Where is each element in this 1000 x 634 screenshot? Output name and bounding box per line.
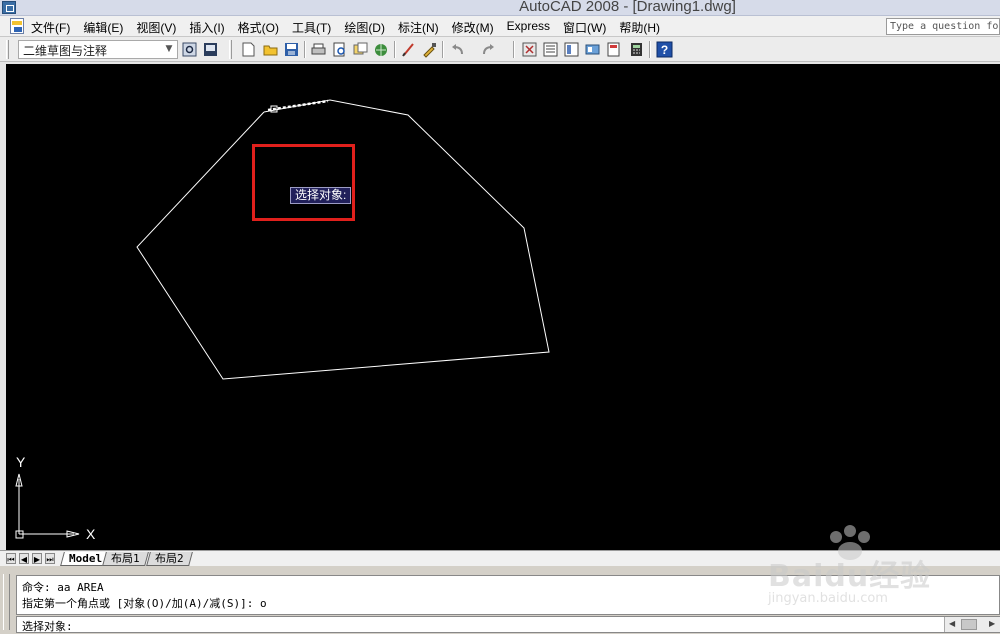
undo-icon[interactable] bbox=[449, 41, 466, 58]
tab-layout1[interactable]: 布局1 bbox=[102, 552, 149, 566]
command-prompt: 选择对象: bbox=[22, 620, 73, 633]
toolbar-grip[interactable] bbox=[6, 40, 9, 59]
command-window: 命令: aa AREA 指定第一个角点或 [对象(O)/加(A)/减(S)]: … bbox=[0, 566, 1000, 634]
ucs-x-label: X bbox=[86, 526, 96, 542]
annotation-highlight-box bbox=[252, 144, 355, 221]
title-bar: AutoCAD 2008 - [Drawing1.dwg] bbox=[0, 0, 1000, 16]
cut-icon[interactable] bbox=[400, 41, 417, 58]
menu-draw[interactable]: 绘图(D) bbox=[344, 19, 391, 36]
help-icon[interactable]: ? bbox=[656, 41, 673, 58]
match-properties-icon[interactable] bbox=[421, 41, 438, 58]
menu-tools[interactable]: 工具(T) bbox=[292, 19, 337, 36]
command-history-line: 指定第一个角点或 [对象(O)/加(A)/减(S)]: o bbox=[22, 597, 267, 610]
menu-window[interactable]: 窗口(W) bbox=[563, 19, 612, 36]
menu-view[interactable]: 视图(V) bbox=[136, 19, 182, 36]
svg-text:?: ? bbox=[661, 43, 668, 57]
drawing-area: Y X 选择对象: bbox=[0, 62, 1000, 550]
first-tab-icon[interactable]: ⏮ bbox=[6, 553, 16, 564]
toolbar-separator bbox=[513, 41, 515, 58]
quickcalc-icon[interactable] bbox=[628, 41, 645, 58]
next-tab-icon[interactable]: ▶ bbox=[32, 553, 42, 564]
pan-icon[interactable] bbox=[521, 41, 538, 58]
chevron-down-icon[interactable]: ▼ bbox=[162, 42, 176, 57]
command-window-grip[interactable] bbox=[3, 574, 10, 630]
last-tab-icon[interactable]: ⏭ bbox=[45, 553, 55, 564]
toolbar-separator bbox=[649, 41, 651, 58]
menu-express[interactable]: Express bbox=[507, 19, 556, 36]
menu-modify[interactable]: 修改(M) bbox=[452, 19, 500, 36]
open-icon[interactable] bbox=[262, 41, 279, 58]
menu-help[interactable]: 帮助(H) bbox=[619, 19, 666, 36]
3d-dwf-icon[interactable] bbox=[373, 41, 390, 58]
menu-edit[interactable]: 编辑(E) bbox=[83, 19, 129, 36]
redo-icon[interactable] bbox=[480, 41, 497, 58]
workspace-select[interactable]: 二维草图与注释 ▼ bbox=[18, 40, 178, 59]
command-history: 命令: aa AREA 指定第一个角点或 [对象(O)/加(A)/减(S)]: … bbox=[16, 575, 1000, 615]
document-menu-icon[interactable] bbox=[10, 18, 24, 34]
drawing-geometry bbox=[15, 99, 550, 539]
scroll-right-icon[interactable]: ▶ bbox=[989, 619, 995, 628]
save-icon[interactable] bbox=[283, 41, 300, 58]
toolbar-grip[interactable] bbox=[229, 40, 232, 59]
command-input[interactable]: 选择对象: bbox=[16, 616, 1000, 633]
tool-palettes-icon[interactable] bbox=[584, 41, 601, 58]
toolbar-separator bbox=[304, 41, 306, 58]
scrollbar-thumb[interactable] bbox=[961, 619, 977, 630]
workspace-settings-icon[interactable] bbox=[181, 41, 198, 58]
workspace-save-icon[interactable] bbox=[202, 41, 219, 58]
ucs-icon bbox=[15, 473, 80, 539]
plot-icon[interactable] bbox=[310, 41, 327, 58]
tab-layout2[interactable]: 布局2 bbox=[146, 552, 193, 566]
ucs-y-label: Y bbox=[16, 454, 26, 470]
sheet-set-icon[interactable] bbox=[605, 41, 622, 58]
help-search-input[interactable]: Type a question for help bbox=[886, 18, 1000, 35]
menu-items: 文件(F) 编辑(E) 视图(V) 插入(I) 格式(O) 工具(T) 绘图(D) 标注(N)… bbox=[31, 19, 673, 36]
toolbar-separator bbox=[442, 41, 444, 58]
plot-preview-icon[interactable] bbox=[331, 41, 348, 58]
prev-tab-icon[interactable]: ◀ bbox=[19, 553, 29, 564]
selected-polygon-outline[interactable] bbox=[136, 99, 550, 380]
scroll-left-icon[interactable]: ◀ bbox=[949, 619, 955, 628]
menu-insert[interactable]: 插入(I) bbox=[189, 19, 230, 36]
workspace-select-value: 二维草图与注释 bbox=[23, 44, 108, 58]
design-center-icon[interactable] bbox=[563, 41, 580, 58]
layout-tabs-bar: ⏮ ◀ ▶ ⏭ Model 布局1 布局2 bbox=[0, 550, 1000, 566]
properties-icon[interactable] bbox=[542, 41, 559, 58]
publish-icon[interactable] bbox=[352, 41, 369, 58]
command-scrollbar[interactable]: ◀ ▶ bbox=[944, 617, 1000, 632]
menu-bar: 文件(F) 编辑(E) 视图(V) 插入(I) 格式(O) 工具(T) 绘图(D) 标注(N)… bbox=[0, 16, 1000, 37]
menu-format[interactable]: 格式(O) bbox=[238, 19, 285, 36]
menu-dimension[interactable]: 标注(N) bbox=[398, 19, 445, 36]
window-title: AutoCAD 2008 - [Drawing1.dwg] bbox=[519, 0, 736, 15]
standard-toolbar: 二维草图与注释 ▼ ? bbox=[0, 37, 1000, 62]
command-history-line: 命令: aa AREA bbox=[22, 581, 104, 594]
new-icon[interactable] bbox=[240, 41, 257, 58]
menu-file[interactable]: 文件(F) bbox=[31, 19, 76, 36]
toolbar-separator bbox=[394, 41, 396, 58]
model-space-canvas[interactable]: Y X bbox=[6, 64, 1000, 550]
